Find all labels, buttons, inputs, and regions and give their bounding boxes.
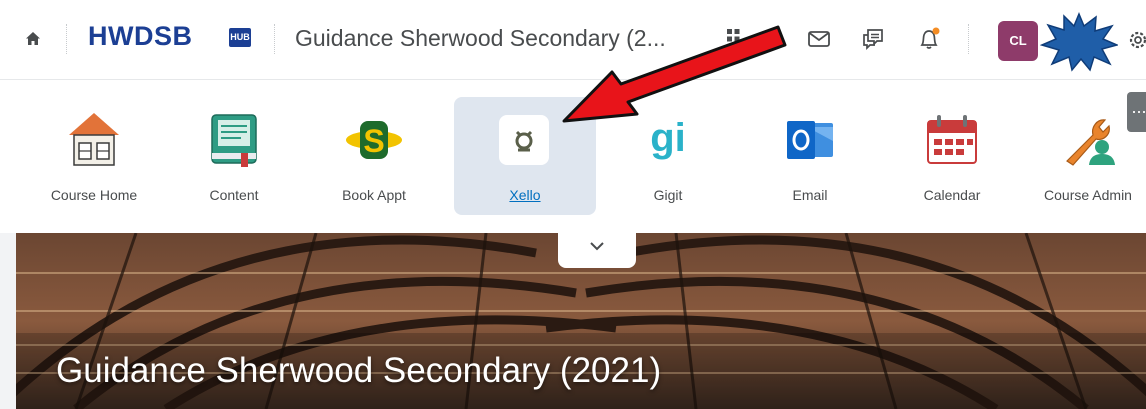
home-icon[interactable] bbox=[24, 30, 42, 48]
divider bbox=[66, 24, 67, 54]
nav-item-course-home[interactable]: Course Home bbox=[24, 97, 164, 215]
page-gutter bbox=[0, 233, 16, 409]
nav-item-calendar[interactable]: Calendar bbox=[882, 97, 1022, 215]
course-admin-icon bbox=[1066, 119, 1115, 166]
nav-label: Content bbox=[209, 187, 259, 203]
redaction-starburst bbox=[1040, 12, 1118, 72]
nav-label: Course Admin bbox=[1044, 187, 1132, 203]
nav-item-content[interactable]: Content bbox=[164, 97, 304, 215]
avatar[interactable]: CL bbox=[998, 21, 1038, 61]
notification-dot bbox=[932, 27, 940, 35]
chat-icon[interactable] bbox=[860, 26, 886, 52]
banner-title: Guidance Sherwood Secondary (2021) bbox=[56, 351, 662, 390]
nav-label: Book Appt bbox=[342, 187, 406, 203]
chevron-down-icon bbox=[590, 242, 604, 251]
brand-logo[interactable]: HWDSB bbox=[88, 21, 193, 52]
divider bbox=[274, 24, 275, 54]
hub-badge: HUB bbox=[229, 28, 251, 47]
nav-item-book-appt[interactable]: S Book Appt bbox=[304, 97, 444, 215]
email-icon[interactable] bbox=[806, 26, 832, 52]
nav-label: Course Home bbox=[50, 187, 138, 203]
calendar-icon bbox=[927, 115, 977, 164]
svg-text:S: S bbox=[363, 123, 384, 159]
nav-label: Xello bbox=[509, 187, 541, 203]
divider bbox=[968, 24, 969, 54]
settings-icon[interactable] bbox=[1126, 28, 1146, 52]
more-button[interactable]: ... bbox=[1127, 92, 1146, 132]
expand-nav-button[interactable] bbox=[558, 232, 636, 268]
nav-label: Calendar bbox=[923, 187, 981, 203]
course-home-icon bbox=[69, 113, 119, 166]
book-appt-icon: S bbox=[346, 121, 402, 159]
content-icon bbox=[211, 114, 257, 167]
bell-icon[interactable] bbox=[916, 26, 942, 52]
nav-label: Email bbox=[792, 187, 828, 203]
nav-label: Gigit bbox=[653, 187, 683, 203]
red-arrow-annotation bbox=[562, 25, 787, 123]
